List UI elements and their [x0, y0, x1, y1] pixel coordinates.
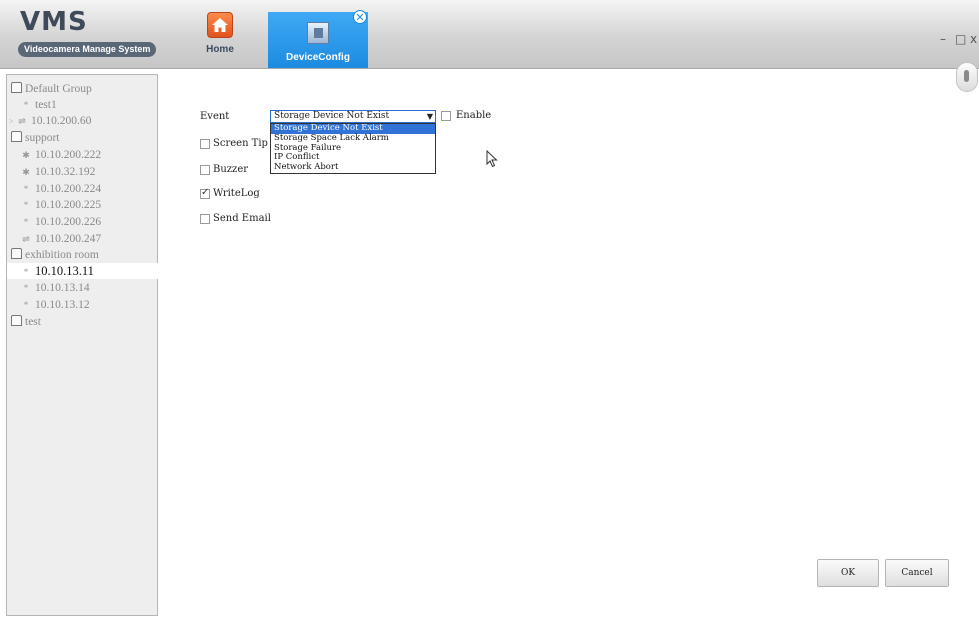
- tree-device[interactable]: ✱ 10.10.200.222: [21, 147, 171, 163]
- ok-button[interactable]: OK: [817, 559, 879, 587]
- buzzer-label: Buzzer: [213, 164, 249, 175]
- group-icon: [11, 82, 22, 93]
- cancel-button[interactable]: Cancel: [885, 559, 949, 587]
- tree-label: 10.10.200.224: [35, 183, 102, 195]
- tree-group[interactable]: support: [11, 130, 161, 146]
- camera-icon: ⇌: [18, 116, 26, 126]
- camera-icon: *: [23, 184, 29, 194]
- event-select-value: Storage Device Not Exist: [274, 111, 390, 121]
- tree-label: 10.10.200.225: [35, 199, 102, 211]
- tree-device[interactable]: * 10.10.200.224: [21, 181, 171, 197]
- chevron-down-icon: ▼: [426, 112, 433, 121]
- event-option[interactable]: Network Abort: [271, 162, 435, 173]
- home-icon: [207, 12, 233, 38]
- camera-icon: *: [23, 283, 29, 293]
- close-tab-icon[interactable]: ✕: [353, 10, 367, 24]
- writelog-label: WriteLog: [213, 188, 260, 199]
- tree-device[interactable]: * 10.10.200.226: [21, 214, 171, 230]
- tree-device[interactable]: * 10.10.13.14: [21, 280, 171, 296]
- maximize-button[interactable]: □: [955, 32, 966, 46]
- tree-label: 10.10.13.14: [35, 282, 90, 294]
- tree-label: test: [25, 316, 41, 328]
- tree-label: 10.10.13.11: [35, 264, 94, 278]
- buzzer-checkbox[interactable]: [200, 165, 210, 175]
- camera-icon: *: [23, 300, 29, 310]
- tree-device[interactable]: ⇌ 10.10.200.247: [21, 231, 171, 247]
- camera-icon: ✱: [22, 150, 30, 160]
- tree-device[interactable]: * 10.10.13.12: [21, 297, 171, 313]
- screen-tip-checkbox[interactable]: [200, 139, 210, 149]
- tab-device-config-label: DeviceConfig: [286, 52, 350, 63]
- camera-icon: *: [23, 200, 29, 210]
- device-config-icon: [307, 22, 329, 44]
- event-dropdown-list[interactable]: Storage Device Not Exist Storage Space L…: [270, 123, 436, 174]
- mouse-cursor-icon: [486, 150, 498, 168]
- tree-device[interactable]: ✱ 10.10.32.192: [21, 164, 171, 180]
- tree-label: support: [25, 132, 60, 144]
- tree-device[interactable]: * 10.10.200.225: [21, 197, 171, 213]
- tree-label: 10.10.13.12: [35, 299, 90, 311]
- tree-device[interactable]: * test1: [21, 97, 171, 113]
- camera-icon: *: [23, 217, 29, 227]
- group-icon: [11, 315, 22, 326]
- microphone-icon[interactable]: [956, 62, 978, 92]
- camera-icon: *: [23, 100, 29, 110]
- minimize-button[interactable]: –: [940, 32, 946, 46]
- tree-device[interactable]: > ⇌ 10.10.200.60: [9, 113, 159, 129]
- tree-group[interactable]: test: [11, 314, 161, 330]
- tree-label: Default Group: [25, 83, 92, 95]
- tree-device-selected[interactable]: * 10.10.13.11: [7, 263, 171, 279]
- tree-label: 10.10.200.247: [35, 233, 102, 245]
- title-bar: VMS Videocamera Manage System Home Devic…: [0, 0, 979, 69]
- app-logo: VMS: [20, 7, 88, 37]
- app-subtitle: Videocamera Manage System: [18, 42, 157, 57]
- tree-label: 10.10.32.192: [35, 166, 96, 178]
- tree-label: exhibition room: [25, 249, 99, 261]
- tree-label: 10.10.200.226: [35, 216, 102, 228]
- tree-group[interactable]: Default Group: [11, 81, 161, 97]
- group-icon: [11, 248, 22, 259]
- tab-home[interactable]: Home: [196, 12, 244, 66]
- event-select[interactable]: Storage Device Not Exist ▼: [270, 110, 436, 123]
- tree-label: 10.10.200.222: [35, 149, 102, 161]
- writelog-checkbox[interactable]: [200, 187, 210, 199]
- close-window-button[interactable]: x: [970, 32, 977, 46]
- send-email-label: Send Email: [213, 213, 271, 224]
- screen-tip-label: Screen Tip: [213, 138, 268, 149]
- enable-label: Enable: [456, 110, 492, 121]
- device-tree[interactable]: Default Group * test1 > ⇌ 10.10.200.60 supp…: [6, 74, 171, 616]
- camera-icon: ⇌: [22, 234, 30, 244]
- enable-checkbox[interactable]: [441, 111, 451, 121]
- camera-icon: *: [23, 267, 29, 277]
- camera-icon: ✱: [22, 167, 30, 177]
- tree-group[interactable]: exhibition room: [11, 247, 161, 263]
- event-label: Event: [200, 111, 230, 122]
- expand-icon[interactable]: >: [9, 114, 17, 130]
- tree-label: 10.10.200.60: [31, 115, 92, 127]
- tab-home-label: Home: [206, 44, 234, 55]
- group-icon: [11, 131, 22, 142]
- send-email-checkbox[interactable]: [200, 214, 210, 224]
- tree-label: test1: [35, 99, 57, 111]
